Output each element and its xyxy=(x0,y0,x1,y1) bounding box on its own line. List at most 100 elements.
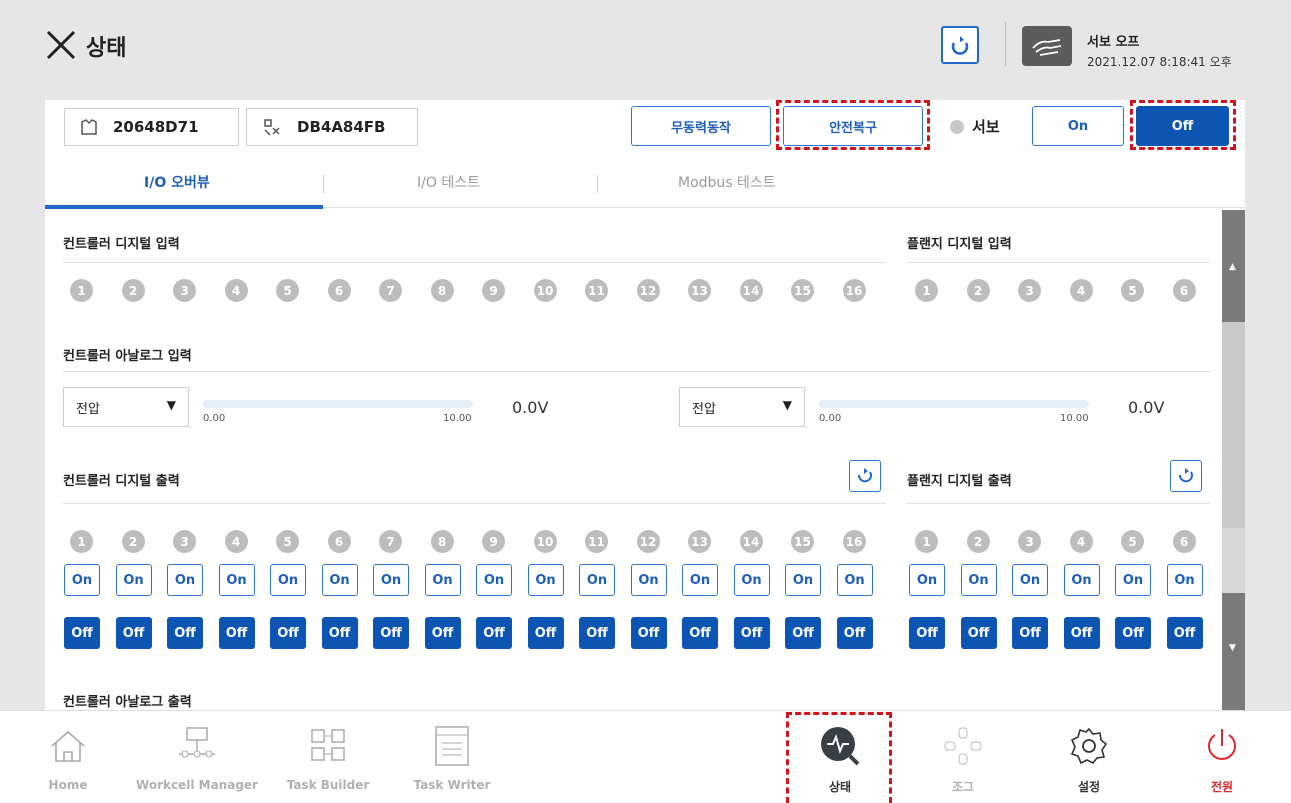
ctrl-di-indicator-5: 5 xyxy=(276,279,299,302)
ctrl-do-on-button-8[interactable]: On xyxy=(424,564,461,596)
nav-task-writer[interactable]: Task Writer xyxy=(372,722,532,798)
controller-icon xyxy=(264,119,280,136)
ctrl-do-on-button-2[interactable]: On xyxy=(115,564,152,596)
servo-hand-icon xyxy=(1022,26,1072,66)
servo-label: 서보 xyxy=(972,118,1000,136)
page-title: 상태 xyxy=(86,36,127,61)
ctrl-di-title: 컨트롤러 디지털 입력 xyxy=(63,237,180,252)
ctrl-di-indicator-9: 9 xyxy=(482,279,505,302)
ctrl-do-off-button-11[interactable]: Off xyxy=(579,617,615,649)
ctrl-do-off-button-9[interactable]: Off xyxy=(476,617,512,649)
ctrl-di-indicator-10: 10 xyxy=(533,279,557,302)
ctrl-do-off-button-8[interactable]: Off xyxy=(424,617,461,649)
ctrl-do-on-button-11[interactable]: On xyxy=(579,564,615,596)
safety-recovery-button[interactable]: 안전복구 xyxy=(783,106,923,146)
flange-do-indicator-2: 2 xyxy=(966,530,990,553)
ctrl-do-indicator-10: 10 xyxy=(533,530,557,553)
scroll-up-button[interactable]: ▲ xyxy=(1222,210,1245,322)
ctrl-do-off-button-15[interactable]: Off xyxy=(785,617,821,649)
ctrl-do-on-button-16[interactable]: On xyxy=(836,564,873,596)
ctrl-do-on-button-6[interactable]: On xyxy=(321,564,358,596)
flange-do-indicator-6: 6 xyxy=(1172,530,1196,553)
power-icon xyxy=(1142,722,1291,770)
ctrl-do-on-button-5[interactable]: On xyxy=(270,564,306,596)
analog-slider-2[interactable] xyxy=(819,400,1089,408)
servo-off-button[interactable]: Off xyxy=(1136,106,1229,146)
ctrl-di-indicator-6: 6 xyxy=(327,279,351,302)
refresh-button[interactable] xyxy=(941,26,979,64)
ctrl-di-indicator-4: 4 xyxy=(224,279,248,302)
ctrl-do-indicator-13: 13 xyxy=(688,530,711,553)
ctrl-do-title: 컨트롤러 디지털 출력 xyxy=(63,474,180,489)
scroll-down-button[interactable]: ▼ xyxy=(1222,593,1245,710)
flange-do-off-button-6[interactable]: Off xyxy=(1166,617,1203,649)
ctrl-do-indicator-3: 3 xyxy=(173,530,196,553)
flange-do-indicator-4: 4 xyxy=(1069,530,1093,553)
ctrl-do-off-button-10[interactable]: Off xyxy=(527,617,564,649)
divider xyxy=(63,262,886,263)
analog-mode-value: 전압 xyxy=(692,401,716,417)
ctrl-do-indicator-16: 16 xyxy=(842,530,866,553)
analog-mode-select-2[interactable]: 전압 ▼ xyxy=(679,387,805,427)
refresh-icon xyxy=(858,468,872,483)
flange-do-on-button-1[interactable]: On xyxy=(909,564,945,596)
flange-do-off-button-4[interactable]: Off xyxy=(1063,617,1100,649)
flange-do-on-button-6[interactable]: On xyxy=(1166,564,1203,596)
ctrl-di-indicator-8: 8 xyxy=(430,279,454,302)
flange-do-off-button-5[interactable]: Off xyxy=(1115,617,1151,649)
slider-max: 10.00 xyxy=(1060,413,1089,424)
freedrive-button[interactable]: 무동력동작 xyxy=(631,106,771,146)
ctrl-do-off-button-12[interactable]: Off xyxy=(630,617,667,649)
tab-io-test[interactable]: I/O 테스트 xyxy=(417,172,480,192)
flange-do-refresh-button[interactable] xyxy=(1170,460,1202,492)
ctrl-do-off-button-13[interactable]: Off xyxy=(682,617,718,649)
servo-on-button[interactable]: On xyxy=(1032,106,1124,146)
flange-do-on-button-2[interactable]: On xyxy=(960,564,997,596)
ctrl-do-on-button-9[interactable]: On xyxy=(476,564,512,596)
flange-do-off-button-2[interactable]: Off xyxy=(960,617,997,649)
tab-io-overview[interactable]: I/O 오버뷰 xyxy=(144,172,210,192)
ctrl-do-off-button-16[interactable]: Off xyxy=(836,617,873,649)
task-writer-icon xyxy=(372,722,532,770)
flange-do-off-button-3[interactable]: Off xyxy=(1012,617,1048,649)
ctrl-do-off-button-7[interactable]: Off xyxy=(373,617,409,649)
ctrl-do-on-button-14[interactable]: On xyxy=(733,564,770,596)
divider xyxy=(907,262,1210,263)
ctrl-do-on-button-1[interactable]: On xyxy=(64,564,100,596)
flange-do-indicator-3: 3 xyxy=(1018,530,1041,553)
dropdown-arrow-icon: ▼ xyxy=(782,398,792,412)
ctrl-do-on-button-12[interactable]: On xyxy=(630,564,667,596)
flange-do-on-button-4[interactable]: On xyxy=(1063,564,1100,596)
ctrl-do-off-button-3[interactable]: Off xyxy=(167,617,203,649)
scrollbar-thumb[interactable] xyxy=(1222,322,1245,528)
ctrl-do-on-button-15[interactable]: On xyxy=(785,564,821,596)
slider-min: 0.00 xyxy=(819,413,842,424)
ctrl-do-off-button-6[interactable]: Off xyxy=(321,617,358,649)
nav-power[interactable]: 전원 xyxy=(1142,722,1291,798)
flange-do-off-button-1[interactable]: Off xyxy=(909,617,945,649)
ctrl-do-on-button-4[interactable]: On xyxy=(218,564,255,596)
ctrl-do-off-button-4[interactable]: Off xyxy=(218,617,255,649)
analog-slider-1[interactable] xyxy=(203,400,473,408)
flange-do-on-button-3[interactable]: On xyxy=(1012,564,1048,596)
ctrl-do-on-button-3[interactable]: On xyxy=(167,564,203,596)
ctrl-do-on-button-7[interactable]: On xyxy=(373,564,409,596)
flange-do-on-button-5[interactable]: On xyxy=(1115,564,1151,596)
header xyxy=(0,0,1291,100)
close-icon[interactable] xyxy=(44,28,78,66)
ctrl-do-off-button-5[interactable]: Off xyxy=(270,617,306,649)
tab-modbus-test[interactable]: Modbus 테스트 xyxy=(678,172,776,192)
ctrl-do-indicator-11: 11 xyxy=(585,530,608,553)
ctrl-do-indicator-12: 12 xyxy=(636,530,660,553)
ctrl-do-off-button-14[interactable]: Off xyxy=(733,617,770,649)
analog-mode-select-1[interactable]: 전압 ▼ xyxy=(63,387,189,427)
tab-underline xyxy=(45,205,323,209)
ctrl-do-on-button-10[interactable]: On xyxy=(527,564,564,596)
analog-value-2: 0.0V xyxy=(1128,398,1165,417)
flange-di-indicator-2: 2 xyxy=(966,279,990,302)
ctrl-do-off-button-1[interactable]: Off xyxy=(64,617,100,649)
ctrl-do-refresh-button[interactable] xyxy=(849,460,881,492)
ctrl-do-indicator-15: 15 xyxy=(791,530,814,553)
ctrl-do-on-button-13[interactable]: On xyxy=(682,564,718,596)
ctrl-do-off-button-2[interactable]: Off xyxy=(115,617,152,649)
